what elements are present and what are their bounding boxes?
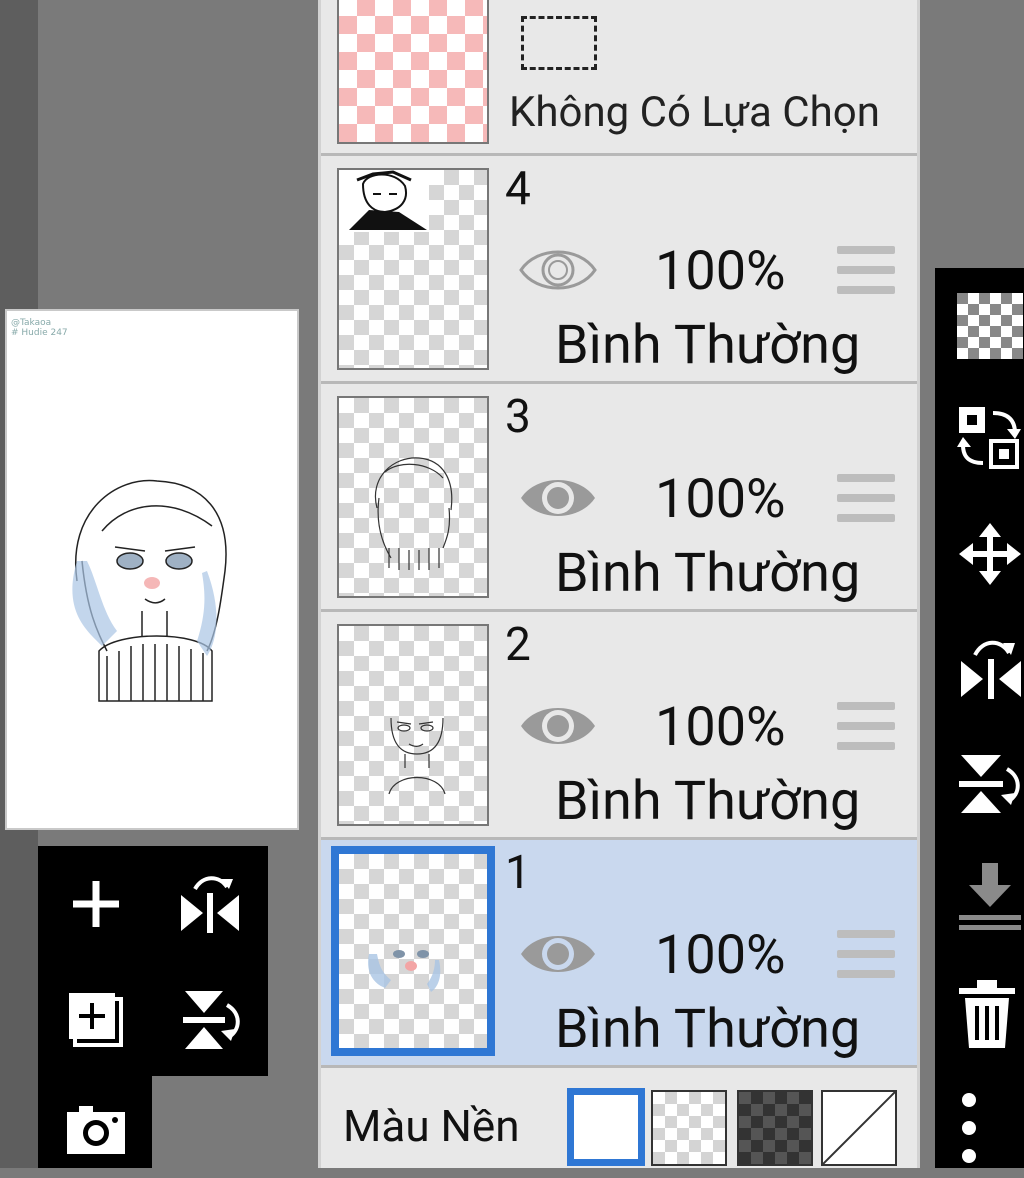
layer-blend-mode[interactable]: Bình Thường — [555, 770, 860, 833]
flip-layer-vertical-button[interactable] — [935, 734, 1024, 834]
layer-row-1[interactable]: 1 100% Bình Thường — [321, 840, 917, 1068]
background-swatch-none[interactable] — [821, 1090, 897, 1166]
drag-handle-icon[interactable] — [837, 246, 895, 298]
eye-hidden-icon[interactable] — [517, 240, 599, 300]
layer-number: 4 — [505, 162, 531, 216]
background-swatch-transparent-dark[interactable] — [737, 1090, 813, 1166]
layer-number: 3 — [505, 390, 531, 444]
camera-icon — [67, 1106, 125, 1154]
flip-vertical-icon — [183, 991, 240, 1049]
selection-row[interactable]: Không Có Lựa Chọn — [321, 0, 917, 156]
add-layer-icon — [73, 881, 119, 927]
eye-visible-icon[interactable] — [517, 924, 599, 984]
layer-thumbnail[interactable] — [337, 396, 489, 598]
swap-layer-icon — [957, 407, 1021, 469]
selection-marquee-icon — [521, 16, 597, 70]
layer-row-3[interactable]: 3 100% Bình Thường — [321, 384, 917, 612]
flip-horizontal-icon — [181, 876, 239, 933]
layer-opacity[interactable]: 100% — [655, 696, 786, 759]
flip-vertical-icon — [959, 755, 1020, 813]
flip-vertical-button[interactable] — [170, 980, 250, 1060]
layer-thumbnail[interactable] — [331, 846, 495, 1056]
drag-handle-icon[interactable] — [837, 702, 895, 754]
add-layer-button[interactable] — [56, 864, 136, 944]
drag-handle-icon[interactable] — [837, 930, 895, 982]
eye-visible-icon[interactable] — [517, 696, 599, 756]
flip-horizontal-button[interactable] — [170, 864, 250, 944]
swap-layer-button[interactable] — [935, 388, 1024, 488]
canvas-preview[interactable]: @Takaoa # Hudie 247 — [5, 309, 299, 830]
left-tool-palette — [38, 846, 268, 1076]
layers-panel: Không Có Lựa Chọn 4 100% Bình Thường 3 1… — [318, 0, 920, 1168]
left-tool-palette-bottom — [38, 1076, 152, 1168]
background-swatch-white[interactable] — [567, 1088, 645, 1166]
layer-opacity[interactable]: 100% — [655, 240, 786, 303]
background-swatch-transparent-light[interactable] — [651, 1090, 727, 1166]
layer-blend-mode[interactable]: Bình Thường — [555, 542, 860, 605]
camera-button[interactable] — [56, 1088, 136, 1168]
layer-blend-mode[interactable]: Bình Thường — [555, 998, 860, 1061]
layer-opacity[interactable]: 100% — [655, 924, 786, 987]
move-button[interactable] — [935, 504, 1024, 604]
layer-row-2[interactable]: 2 100% Bình Thường — [321, 612, 917, 840]
layer-row-4[interactable]: 4 100% Bình Thường — [321, 156, 917, 384]
watermark-line2: # Hudie 247 — [11, 328, 68, 338]
watermark-line1: @Takaoa — [11, 318, 51, 328]
move-icon — [959, 523, 1021, 585]
eye-visible-icon[interactable] — [517, 468, 599, 528]
flip-horizontal-icon — [961, 640, 1021, 699]
right-toolbar — [935, 268, 1024, 1168]
merge-down-icon — [959, 863, 1021, 930]
selection-thumbnail — [337, 0, 489, 144]
layer-thumbnail[interactable] — [337, 168, 489, 370]
layer-thumbnail[interactable] — [337, 624, 489, 826]
layer-opacity[interactable]: 100% — [655, 468, 786, 531]
layer-number: 2 — [505, 618, 531, 672]
more-options-button[interactable] — [935, 1078, 1024, 1178]
selection-label: Không Có Lựa Chọn — [509, 88, 880, 137]
duplicate-layer-button[interactable] — [56, 980, 136, 1060]
duplicate-layer-icon — [69, 993, 123, 1047]
background-color-row: Màu Nền — [321, 1070, 917, 1168]
right-gutter — [920, 0, 935, 1168]
transparency-button[interactable] — [935, 276, 1024, 376]
delete-layer-button[interactable] — [935, 964, 1024, 1064]
layer-blend-mode[interactable]: Bình Thường — [555, 314, 860, 377]
background-color-label: Màu Nền — [343, 1100, 520, 1152]
merge-down-button[interactable] — [935, 848, 1024, 948]
drag-handle-icon[interactable] — [837, 474, 895, 526]
more-vert-icon — [962, 1093, 976, 1163]
flip-layer-horizontal-button[interactable] — [935, 618, 1024, 718]
layer-number: 1 — [505, 846, 531, 900]
trash-icon — [959, 980, 1015, 1048]
transparency-icon — [957, 293, 1023, 359]
